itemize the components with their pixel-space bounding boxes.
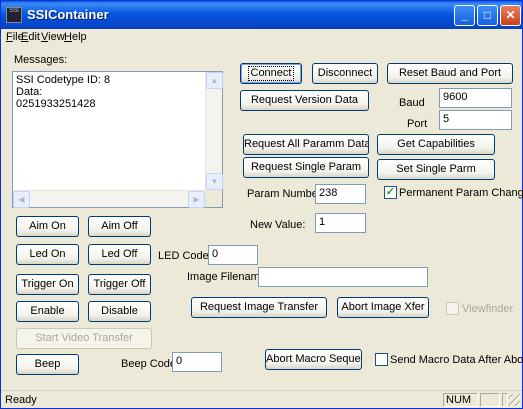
disable-button[interactable]: Disable — [88, 301, 151, 322]
start-video-transfer-button[interactable]: Start Video Transfer — [16, 328, 152, 349]
viewfinder-label: Viewfinder — [462, 303, 514, 315]
permanent-param-change-checkbox[interactable]: ✓ — [384, 186, 397, 199]
request-image-transfer-button[interactable]: Request Image Transfer — [191, 297, 327, 318]
disconnect-button[interactable]: Disconnect — [312, 63, 378, 84]
scroll-right-arrow-icon[interactable]: ▶ — [188, 191, 205, 208]
messages-horizontal-scrollbar[interactable]: ◀ ▶ — [13, 190, 205, 208]
led-code-label: LED Code: — [158, 250, 212, 262]
viewfinder-checkbox[interactable] — [446, 302, 459, 315]
main-window: SSI SSIContainer _ □ ✕ File Edit View He… — [0, 0, 523, 409]
request-version-button[interactable]: Request Version Data — [240, 90, 369, 111]
request-single-param-button[interactable]: Request Single Param — [243, 157, 369, 178]
send-macro-data-label: Send Macro Data After Abort — [390, 354, 523, 366]
num-lock-indicator: NUM — [443, 393, 478, 407]
led-code-input[interactable]: 0 — [208, 245, 258, 265]
status-bar: Ready NUM — [1, 390, 522, 408]
image-filename-label: Image Filename: — [187, 271, 269, 283]
led-on-button[interactable]: Led On — [16, 244, 79, 265]
port-input[interactable]: 5 — [439, 110, 512, 130]
trigger-off-button[interactable]: Trigger Off — [88, 274, 151, 295]
image-filename-input[interactable] — [258, 267, 428, 287]
menu-help[interactable]: Help — [64, 31, 87, 43]
abort-image-xfer-button[interactable]: Abort Image Xfer — [337, 297, 429, 318]
led-off-button[interactable]: Led Off — [88, 244, 151, 265]
menu-view[interactable]: View — [41, 31, 65, 43]
scroll-up-arrow-icon[interactable]: ▲ — [206, 72, 223, 89]
scroll-down-arrow-icon[interactable]: ▼ — [206, 173, 223, 190]
reset-baud-port-button[interactable]: Reset Baud and Port — [387, 63, 513, 84]
menu-bar: File Edit View Help — [1, 29, 522, 47]
param-number-input[interactable]: 238 — [315, 184, 366, 204]
beep-button[interactable]: Beep — [16, 354, 79, 375]
status-pane-empty-1 — [480, 393, 500, 407]
messages-vertical-scrollbar[interactable]: ▲ ▼ — [205, 72, 223, 190]
new-value-input[interactable]: 1 — [315, 213, 366, 233]
permanent-param-change-label: Permanent Param Change — [399, 187, 523, 199]
minimize-button[interactable]: _ — [454, 5, 475, 26]
param-number-label: Param Number: — [247, 188, 325, 200]
baud-input[interactable]: 9600 — [439, 88, 512, 108]
scroll-corner — [205, 190, 222, 207]
connect-button[interactable]: Connect — [240, 63, 302, 84]
scroll-left-arrow-icon[interactable]: ◀ — [13, 191, 30, 208]
trigger-on-button[interactable]: Trigger On — [16, 274, 79, 295]
baud-label: Baud — [399, 97, 425, 109]
app-icon[interactable]: SSI — [6, 7, 22, 23]
messages-textarea[interactable]: SSI Codetype ID: 8 Data: 0251933251428 ▲… — [12, 71, 223, 208]
abort-macro-sequence-button[interactable]: Abort Macro Sequence — [265, 349, 362, 370]
port-label: Port — [407, 118, 428, 130]
client-area: Messages: SSI Codetype ID: 8 Data: 02519… — [1, 47, 523, 390]
menu-edit[interactable]: Edit — [21, 31, 40, 43]
messages-text: SSI Codetype ID: 8 Data: 0251933251428 — [16, 74, 111, 110]
window-title: SSIContainer — [27, 7, 109, 22]
aim-off-button[interactable]: Aim Off — [88, 216, 151, 237]
close-button[interactable]: ✕ — [500, 5, 521, 26]
status-text: Ready — [5, 394, 37, 406]
get-capabilities-button[interactable]: Get Capabilities — [377, 134, 495, 155]
title-bar[interactable]: SSI SSIContainer _ □ ✕ — [1, 1, 522, 29]
beep-code-label: Beep Code: — [121, 358, 180, 370]
messages-label: Messages: — [14, 54, 68, 66]
beep-code-input[interactable]: 0 — [172, 352, 222, 372]
new-value-label: New Value: — [250, 219, 306, 231]
enable-button[interactable]: Enable — [16, 301, 79, 322]
set-single-parm-button[interactable]: Set Single Parm — [377, 159, 495, 180]
request-all-param-button[interactable]: Request All Paramm Data — [243, 134, 369, 155]
send-macro-data-checkbox[interactable] — [375, 353, 388, 366]
maximize-button[interactable]: □ — [477, 5, 498, 26]
resize-grip-icon[interactable] — [508, 394, 520, 406]
aim-on-button[interactable]: Aim On — [16, 216, 79, 237]
